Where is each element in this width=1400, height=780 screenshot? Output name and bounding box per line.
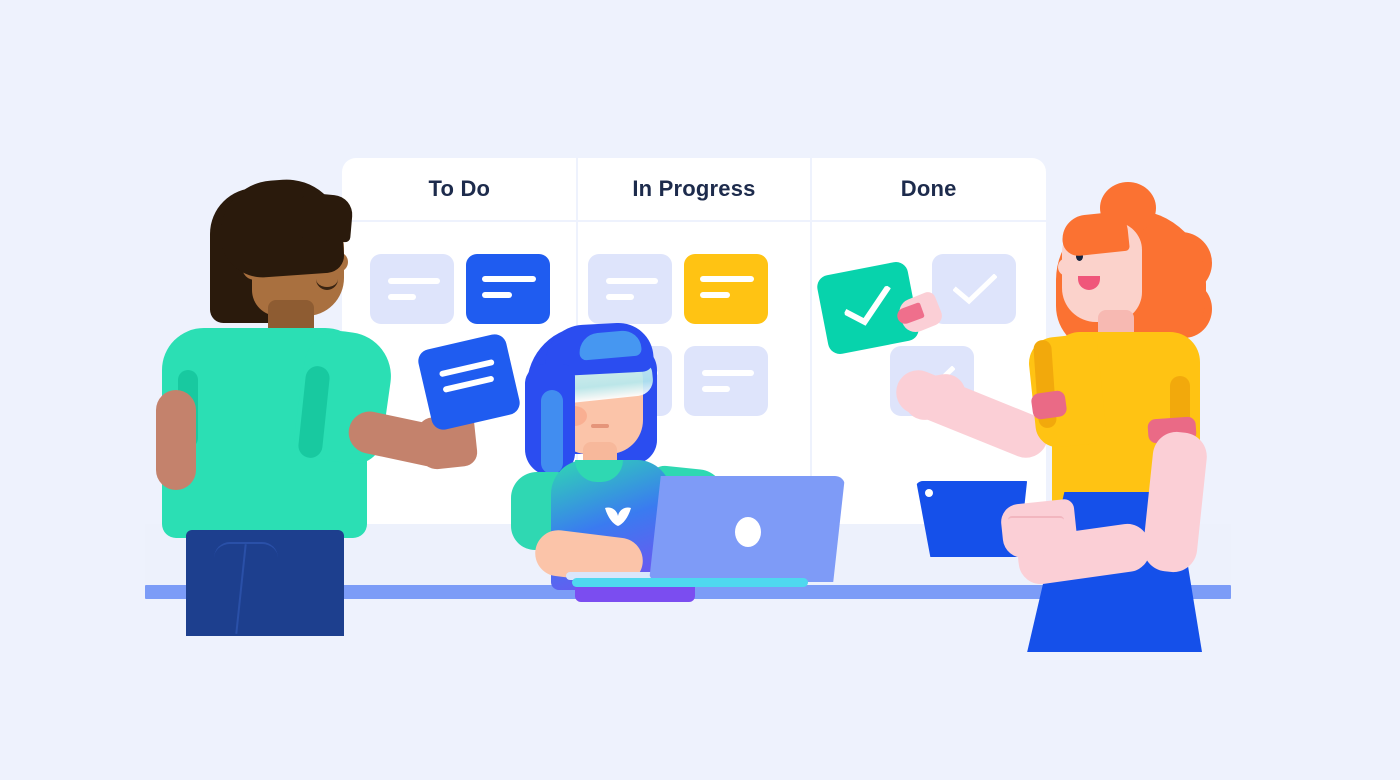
arm-left <box>156 390 196 490</box>
task-card-progress-1[interactable] <box>588 254 672 324</box>
mouth <box>591 424 609 428</box>
hand-holding-tablet <box>999 498 1079 560</box>
hair-left-highlight <box>541 390 563 474</box>
card-line <box>442 375 495 393</box>
card-line <box>482 276 536 282</box>
column-header-in-progress[interactable]: In Progress <box>577 158 812 220</box>
pants <box>186 530 344 636</box>
board-header: To Do In Progress Done <box>342 158 1046 220</box>
card-line <box>606 294 634 300</box>
card-line <box>438 358 495 378</box>
check-icon <box>953 274 997 306</box>
card-line <box>700 276 754 282</box>
laptop-front-edge <box>572 578 808 587</box>
card-line <box>700 292 730 298</box>
fingers-detail <box>1008 516 1064 524</box>
card-line <box>606 278 658 284</box>
illustration-canvas: To Do In Progress Done <box>0 0 1400 780</box>
task-card-todo-2[interactable] <box>466 254 550 324</box>
nose <box>1058 258 1074 276</box>
sleeve-cuff-left <box>1030 389 1068 421</box>
tablet-camera-icon <box>925 489 933 497</box>
shirt-logo-icon <box>601 502 635 530</box>
task-card-progress-2[interactable] <box>684 254 768 324</box>
card-line <box>482 292 512 298</box>
hair-front <box>1060 210 1130 258</box>
hair-front <box>288 191 354 243</box>
pants-crease <box>214 542 278 558</box>
person-left <box>150 175 479 636</box>
laptop-logo-icon <box>735 517 761 547</box>
